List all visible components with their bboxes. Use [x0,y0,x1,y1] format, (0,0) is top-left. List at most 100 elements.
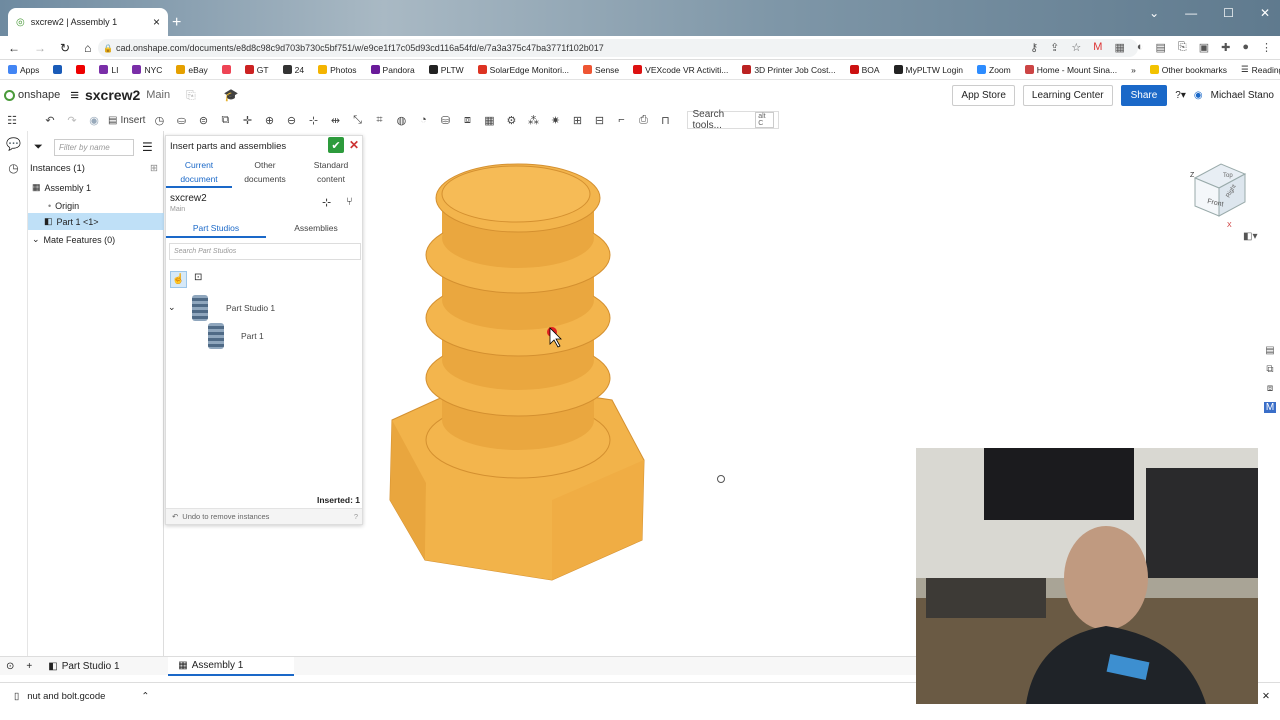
bookmark[interactable]: GT [244,65,269,75]
tool-icon[interactable]: ⊞ [569,112,585,128]
app-store-button[interactable]: App Store [952,84,1015,106]
url-field[interactable]: 🔒 cad.onshape.com/documents/e8d8c98c9d70… [98,39,1138,57]
bookmark[interactable]: Home - Mount Sina... [1024,65,1117,75]
chevron-down-icon[interactable]: ⌄ [1149,6,1159,20]
bookmark[interactable]: MyPLTW Login [893,65,963,75]
download-filename[interactable]: nut and bolt.gcode [27,691,105,702]
document-name[interactable]: sxcrew2 [85,87,140,103]
tree-mate-features[interactable]: ⌄ Mate Features (0) [28,231,164,248]
tool-icon[interactable]: ◔ [415,112,431,128]
profile-avatar[interactable]: ● [1242,41,1249,54]
bookmark[interactable]: NYC [132,65,162,75]
tree-origin[interactable]: • Origin [28,197,164,214]
close-dialog-icon[interactable]: ✕ [349,138,359,152]
redo-icon[interactable]: ↷ [64,112,80,128]
history-icon[interactable]: ◷ [8,161,18,175]
gmail-icon[interactable]: M [1093,41,1102,54]
undo-icon[interactable]: ↶ [42,112,58,128]
user-name[interactable]: Michael Stano [1211,90,1274,101]
tool-icon[interactable]: ◍ [393,112,409,128]
tool-icon[interactable]: ⊜ [195,112,211,128]
tool-icon[interactable]: ⊖ [283,112,299,128]
chevron-down-icon[interactable]: ⌄ [168,302,176,313]
bookmark[interactable]: PLTW [428,65,464,75]
view-cube[interactable]: Front Top Right Z X [1185,150,1255,230]
bookmark[interactable] [221,65,231,74]
bookmark-apps[interactable]: Apps [8,65,39,75]
tool-icon[interactable]: ⁂ [525,112,541,128]
part-studio-item[interactable]: Part Studio 1 [226,303,275,313]
tool-icon[interactable]: ⎙ [635,112,651,128]
tab-part-studio[interactable]: ◧ Part Studio 1 [38,657,168,676]
insert-options-icon[interactable]: ⊹ [322,196,331,209]
tool-icon[interactable]: ⌐ [613,112,629,128]
panel-icon[interactable]: ⧉ [1266,364,1273,375]
forward-icon[interactable]: → [34,41,46,55]
tool-icon[interactable]: ⧈ [459,112,475,128]
reading-list[interactable]: ☰Reading list [1241,64,1280,75]
tool-icon[interactable]: ⚙ [503,112,519,128]
bookmark[interactable]: Photos [318,65,357,75]
tab-assemblies[interactable]: Assemblies [266,220,366,238]
share-icon[interactable]: ⇪ [1050,41,1059,54]
help-icon[interactable]: ? [354,512,358,521]
bookmark[interactable]: Sense [583,65,619,75]
extension-icon[interactable]: ◐ [1137,41,1144,54]
select-mode-icon[interactable]: ☝ [170,271,187,288]
tool-icon[interactable]: ✷ [547,112,563,128]
other-bookmarks[interactable]: Other bookmarks [1149,65,1227,75]
chevron-up-icon[interactable]: ⌃ [141,691,149,702]
reload-icon[interactable]: ↻ [60,41,70,55]
list-view-icon[interactable]: ☰ [142,140,153,154]
help-icon[interactable]: ?▾ [1175,90,1186,101]
branch-icon[interactable]: ⑂ [346,196,353,208]
version-icon[interactable]: ⎘ [186,88,196,103]
tool-icon[interactable]: ⧉ [217,112,233,128]
tool-icon[interactable]: ▦ [481,112,497,128]
confirm-button[interactable]: ✔ [328,137,344,153]
menu-icon[interactable]: ⋮ [1261,41,1272,54]
tool-icon[interactable]: ◷ [151,112,167,128]
tab-standard-content[interactable]: Standard content [298,158,364,188]
insert-button[interactable]: ▤ Insert [108,115,145,126]
minimize-icon[interactable]: — [1185,6,1197,20]
key-icon[interactable]: ⚷ [1030,41,1038,54]
bookmark[interactable]: Pandora [370,65,415,75]
close-window-icon[interactable]: ✕ [1260,6,1270,20]
bookmark[interactable]: Zoom [977,65,1011,75]
tree-part-1[interactable]: ◧ Part 1 <1> [28,213,164,230]
bookmark[interactable] [53,65,63,74]
user-avatar-icon[interactable]: ◉ [1194,90,1203,101]
comment-icon[interactable]: 💬 [6,137,21,151]
bookmark[interactable]: 3D Printer Job Cost... [742,65,836,75]
tab-part-studios[interactable]: Part Studios [166,220,266,238]
tool-icon[interactable]: ⤡ [349,112,365,128]
part-item[interactable]: Part 1 [241,331,264,341]
hamburger-menu-icon[interactable]: ≡ [70,87,79,104]
filter-input[interactable]: Filter by name [54,139,134,156]
tool-icon[interactable]: ⊹ [305,112,321,128]
tool-icon[interactable]: ⊓ [657,112,673,128]
search-part-studios-input[interactable]: Search Part Studios [169,243,361,260]
branch-name[interactable]: Main [146,89,170,101]
new-tab-icon[interactable]: + [172,14,181,32]
share-button[interactable]: Share [1120,84,1168,106]
star-icon[interactable]: ☆ [1071,41,1081,54]
tab-assembly[interactable]: ▦ Assembly 1 [168,656,295,676]
bookmark[interactable]: VEXcode VR Activiti... [633,65,728,75]
bookmark[interactable]: eBay [176,65,208,75]
maximize-icon[interactable]: ☐ [1223,6,1234,20]
browser-tab[interactable]: ◎ sxcrew2 | Assembly 1 × [8,8,168,36]
undo-remove-instances[interactable]: ↶ Undo to remove instances ? [166,508,362,524]
panel-icon[interactable]: ⧈ [1267,383,1273,394]
tool-icon[interactable]: ⇹ [327,112,343,128]
back-icon[interactable]: ← [8,41,20,55]
feature-list-icon[interactable]: ☷ [4,112,20,128]
puzzle-icon[interactable]: ✚ [1221,41,1230,54]
tree-assembly[interactable]: ▦ Assembly 1 [28,179,164,196]
tool-icon[interactable]: ⛀ [173,112,189,128]
home-icon[interactable]: ⌂ [84,41,91,55]
learning-icon[interactable]: 🎓 [224,88,239,102]
panel-icon[interactable]: ▤ [1265,345,1274,356]
tool-icon[interactable]: ⌗ [371,112,387,128]
